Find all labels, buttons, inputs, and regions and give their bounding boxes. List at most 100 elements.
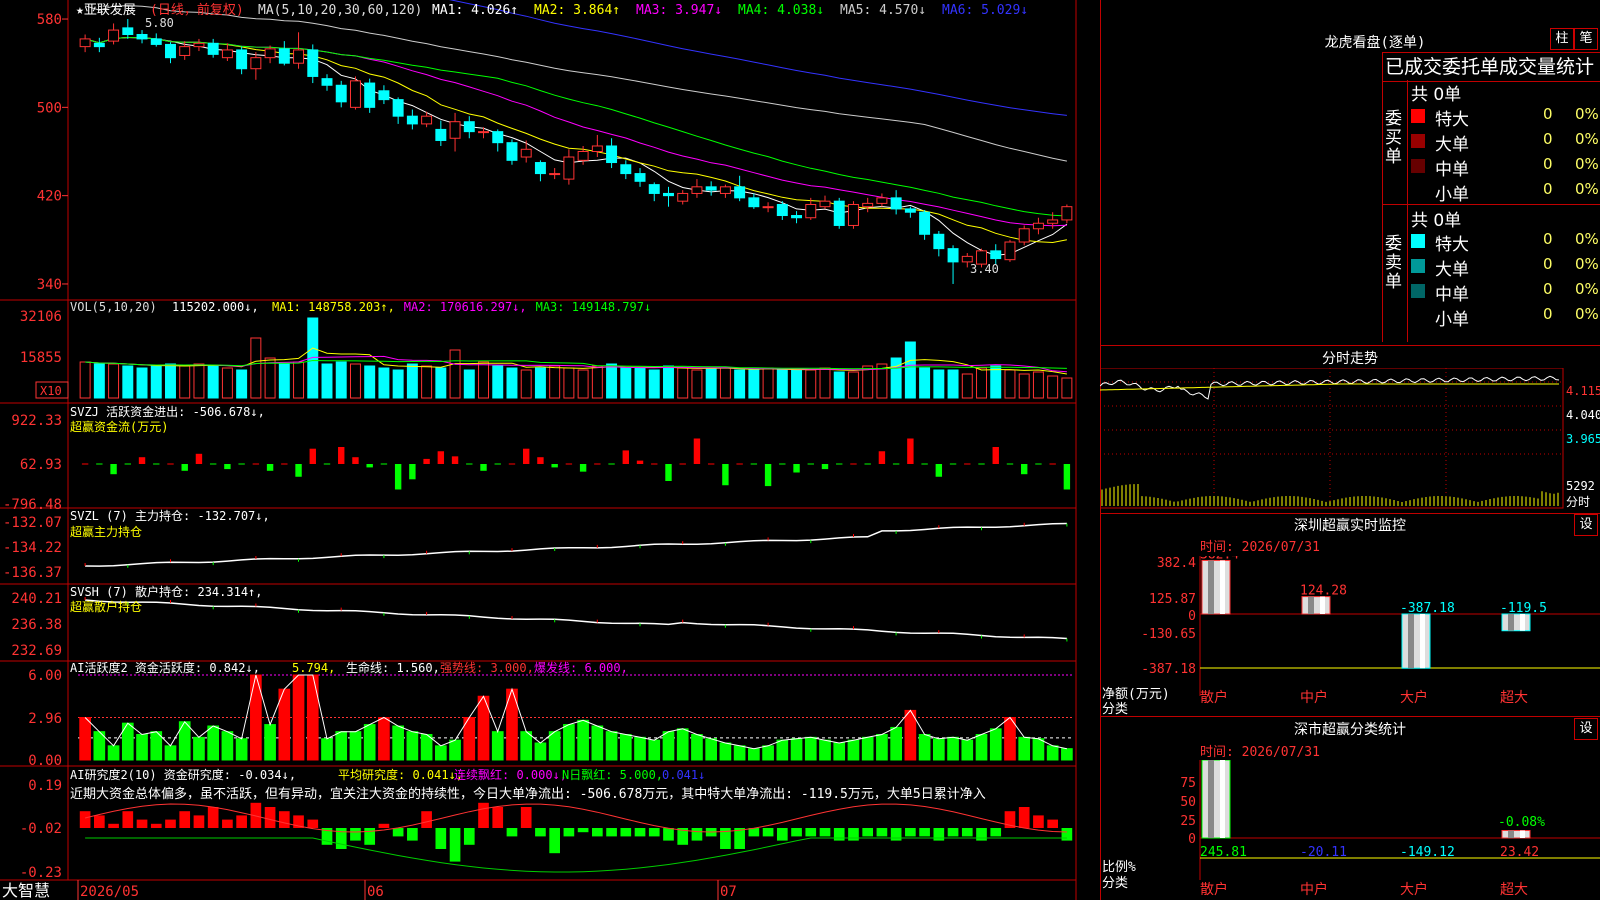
svzj-bar [793, 464, 800, 473]
class-value-label: -149.12 [1400, 845, 1455, 860]
ai-active-bar [164, 745, 177, 761]
buy-row-pct: 0% [1575, 180, 1599, 198]
monitor-settings-button[interactable]: 设 [1574, 514, 1598, 536]
tick-mode-button[interactable]: 笔 [1574, 28, 1598, 50]
svzl-line [84, 522, 1068, 568]
candle-up [108, 29, 120, 42]
svzl-subtitle: 超赢主力持仓 [70, 524, 142, 539]
volume-bar [990, 365, 1002, 399]
volume-bar [321, 363, 333, 399]
buy-row-count: 0 [1543, 180, 1553, 198]
class-x-unit: 分类 [1102, 876, 1129, 891]
class-settings-button[interactable]: 设 [1574, 718, 1598, 740]
class-value-label: 245.81 [1200, 845, 1247, 860]
volume-bar [221, 367, 233, 399]
class-top-border [1100, 716, 1600, 717]
volume-bar [207, 365, 219, 399]
volume-bar [378, 367, 390, 399]
volume-bar [406, 363, 418, 399]
svzj-bar [480, 464, 487, 471]
svzj-tick-label: 922.33 [11, 413, 62, 429]
monitor-bars: 382.4 散户 124.28 中户 -387.18 大户 -119.5 超大 [1200, 556, 1547, 706]
svzj-subtitle: 超赢资金流(万元) [70, 419, 168, 434]
candle-up [293, 49, 305, 64]
candlesticks[interactable] [79, 19, 1073, 284]
volume-bar [392, 369, 404, 399]
buy-row-count: 0 [1543, 105, 1553, 123]
ai-research-y-axis: 0.19 -0.02 -0.23 [20, 778, 62, 881]
svzj-tick-label: -796.48 [3, 497, 62, 513]
ai-research-bar [179, 811, 191, 828]
intraday-chart[interactable]: 4.115 4.040 3.965 5292 分时 [1100, 368, 1600, 513]
candle-up [221, 49, 233, 59]
svsh-line [85, 599, 1067, 640]
ai-active-bar [363, 724, 376, 761]
ai-research-bar [648, 828, 660, 837]
candle-down [364, 82, 376, 108]
ai-research-bar [478, 802, 489, 828]
monitor-category-label: 散户 [1200, 689, 1228, 706]
class-bar-shade [1508, 830, 1514, 838]
class-chart[interactable]: 75 50 25 0 245.81 散户 -20.11 中户 -149.12 大户 23.42 超大… [1100, 760, 1600, 900]
svzl-tick-label: -132.07 [3, 515, 62, 531]
candle-down [534, 162, 546, 175]
ai-active-bar [861, 736, 874, 761]
intraday-price-line [1100, 375, 1560, 400]
buy-row-pct: 0% [1575, 130, 1599, 148]
candle-down [335, 84, 347, 103]
order-stats-tab[interactable]: 已成交委托单成交量统计 [1382, 52, 1600, 82]
main-chart-area[interactable]: 580500420340 ★亚联发展 (日线，前复权) MA(5,10,20,3… [0, 0, 1100, 900]
vol-value: 115202.000↓, [172, 300, 259, 314]
ma-legend-item: MA4: 4.038↓ [738, 3, 824, 18]
svzj-bar [693, 438, 701, 464]
volume-bar [478, 361, 489, 399]
volume-bar [534, 367, 546, 399]
buy-side-label: 委买单 [1385, 109, 1402, 167]
panel-frames [0, 0, 1077, 900]
volume-bar [634, 367, 646, 399]
bar-mode-button[interactable]: 柱 [1550, 28, 1574, 50]
ai-research-bar [307, 819, 319, 828]
candle-up [193, 42, 205, 48]
intraday-price-tick: 4.115 [1566, 384, 1600, 398]
ai-active-bar [748, 748, 760, 761]
candle-down [904, 208, 916, 213]
class-bar-highlight [1520, 830, 1525, 838]
ai-research-bar [506, 828, 518, 837]
ai-research-bar [535, 828, 546, 837]
class-value-label: 23.42 [1500, 845, 1539, 860]
svzj-bar [266, 464, 274, 471]
vol-ma-legend-item: MA3: 149148.797↓ [536, 300, 652, 314]
monitor-time: 时间: 2026/07/31 [1200, 540, 1320, 555]
candle-down [947, 248, 959, 263]
monitor-chart[interactable]: 382.4 125.87 0 -130.65 -387.18 382.4 散户 124.28… [1100, 556, 1600, 716]
svzj-bar [821, 464, 829, 470]
class-bar-highlight [1220, 760, 1225, 838]
ai-research-bar [592, 828, 603, 837]
intraday-price-line [1100, 375, 1560, 400]
monitor-bar-highlight [1420, 614, 1425, 669]
ai-active-bar [434, 745, 447, 761]
sell-swatch [1411, 309, 1425, 323]
volume-bar [1061, 377, 1073, 399]
volume-bar [122, 365, 134, 399]
ai-active-bar [335, 731, 348, 761]
svzl-header: SVZL (7) 主力持仓: -132.707↓, [70, 508, 270, 523]
volume-bar [591, 365, 603, 399]
ai-active-bar [1004, 717, 1016, 761]
candle-up [478, 131, 489, 134]
sell-swatch [1411, 259, 1425, 273]
ai-active-bar [292, 674, 305, 761]
ai-active-bar [762, 745, 774, 761]
x-tick-label: 2026/05 [80, 884, 139, 900]
stock-name[interactable]: ★亚联发展 [76, 2, 136, 18]
ai-research-bars [79, 802, 1073, 873]
ai-research-bar [392, 828, 404, 837]
volume-bar [947, 369, 959, 399]
svzj-bar [537, 457, 544, 464]
k-tick-label: 580 [37, 12, 62, 28]
ai-active-legend-item: 强势线: 3.000, [440, 661, 534, 675]
volume-bars[interactable] [79, 317, 1073, 399]
class-bar [1201, 760, 1231, 839]
candle-up [591, 145, 603, 153]
